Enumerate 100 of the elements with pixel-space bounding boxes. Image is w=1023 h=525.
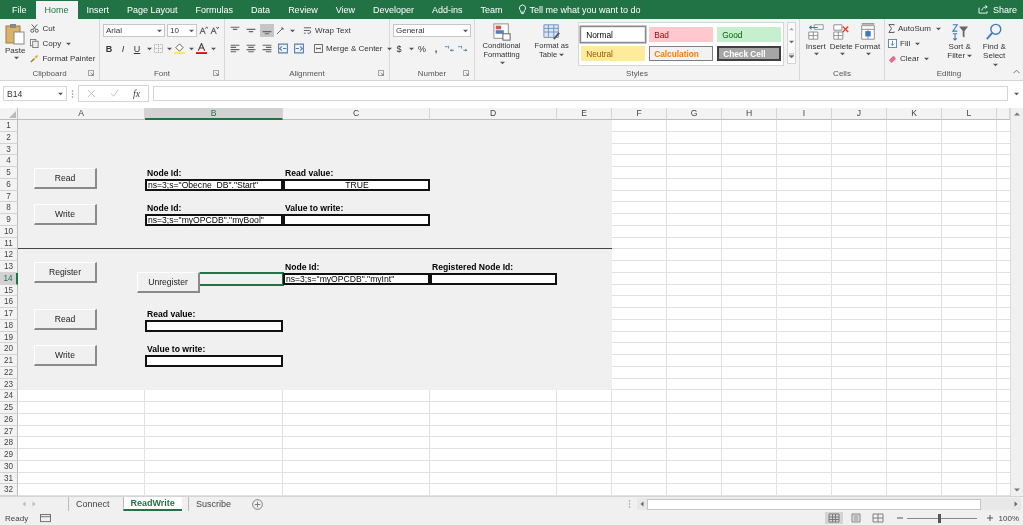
row-header[interactable]: 28 bbox=[0, 437, 18, 449]
vertical-align-icon[interactable] bbox=[260, 24, 274, 37]
tell-me-search[interactable]: Tell me what you want to do bbox=[529, 4, 641, 15]
sort-filter-button[interactable]: Sort & Filter bbox=[943, 22, 976, 65]
read-button[interactable]: Read bbox=[34, 309, 97, 331]
write-button[interactable]: Write bbox=[34, 344, 97, 366]
ribbon-tab[interactable]: Formulas bbox=[186, 0, 243, 19]
scroll-left-icon[interactable] bbox=[640, 501, 644, 507]
select-all-button[interactable] bbox=[0, 108, 18, 120]
align-right-icon[interactable] bbox=[260, 42, 274, 55]
cells-button[interactable]: Insert bbox=[803, 22, 829, 65]
underline-button[interactable]: U bbox=[131, 42, 143, 55]
ribbon-tab[interactable]: View bbox=[326, 0, 364, 19]
row-header[interactable]: 32 bbox=[0, 484, 18, 496]
font-color-icon[interactable] bbox=[196, 43, 207, 54]
row-header[interactable]: 4 bbox=[0, 155, 18, 167]
decrease-font-size-icon[interactable] bbox=[210, 26, 219, 35]
dialog-launcher-icon[interactable] bbox=[463, 70, 469, 76]
name-box[interactable]: B14 bbox=[3, 86, 67, 101]
column-header[interactable]: D bbox=[430, 108, 557, 120]
row-header[interactable]: 29 bbox=[0, 449, 18, 461]
column-header[interactable]: A bbox=[18, 108, 145, 120]
column-header[interactable]: K bbox=[887, 108, 942, 120]
row-header[interactable]: 1 bbox=[0, 120, 18, 132]
row-header[interactable]: 17 bbox=[0, 308, 18, 320]
italic-button[interactable]: I bbox=[117, 42, 129, 55]
formula-input[interactable] bbox=[153, 86, 1008, 101]
ribbon-tab[interactable]: File bbox=[3, 0, 36, 19]
cell-style-option[interactable]: Neutral bbox=[581, 46, 646, 61]
zoom-in-icon[interactable] bbox=[986, 515, 993, 521]
clear-button[interactable]: Clear bbox=[888, 52, 941, 65]
add-sheet-icon[interactable] bbox=[251, 498, 263, 510]
share-button[interactable]: Share bbox=[988, 0, 1023, 19]
scroll-down-icon[interactable] bbox=[789, 40, 795, 44]
horizontal-scrollbar[interactable] bbox=[637, 498, 1021, 510]
column-header[interactable]: H bbox=[722, 108, 777, 120]
scroll-up-icon[interactable] bbox=[1014, 112, 1020, 116]
macro-recording-icon[interactable] bbox=[40, 513, 52, 523]
ribbon-tab[interactable]: Add-ins bbox=[423, 0, 472, 19]
zoom-level[interactable]: 100% bbox=[998, 513, 1019, 523]
row-header[interactable]: 25 bbox=[0, 402, 18, 414]
decrease-decimal-icon[interactable] bbox=[457, 44, 468, 53]
column-header[interactable]: L bbox=[942, 108, 997, 120]
font-name-dropdown[interactable]: Arial bbox=[103, 24, 165, 37]
cancel-icon[interactable] bbox=[87, 89, 96, 98]
collapse-ribbon-icon[interactable] bbox=[1013, 69, 1020, 74]
text-orientation-icon[interactable] bbox=[276, 25, 286, 36]
register-button[interactable]: Register bbox=[34, 262, 97, 284]
number-format-dropdown[interactable]: General bbox=[393, 24, 471, 37]
scroll-right-icon[interactable] bbox=[1014, 501, 1018, 507]
percent-style-button[interactable]: % bbox=[416, 42, 428, 55]
scroll-down-icon[interactable] bbox=[1014, 488, 1020, 492]
column-header[interactable]: I bbox=[777, 108, 832, 120]
ribbon-tab[interactable]: Insert bbox=[77, 0, 119, 19]
borders-icon[interactable] bbox=[154, 44, 163, 53]
zoom-slider-thumb[interactable] bbox=[937, 513, 941, 523]
more-styles-icon[interactable] bbox=[789, 52, 795, 59]
align-center-icon[interactable] bbox=[244, 42, 258, 55]
sheet-tab[interactable]: Suscribe bbox=[187, 496, 238, 511]
row-header[interactable]: 12 bbox=[0, 249, 18, 261]
write-button[interactable]: Write bbox=[34, 203, 97, 225]
fill-color-icon[interactable] bbox=[174, 43, 185, 54]
increase-font-size-icon[interactable] bbox=[199, 26, 208, 35]
decrease-indent-icon[interactable] bbox=[276, 42, 290, 55]
dialog-launcher-icon[interactable] bbox=[378, 70, 384, 76]
insert-function-button[interactable]: fx bbox=[133, 88, 141, 99]
column-header[interactable]: C bbox=[283, 108, 430, 120]
scroll-up-icon[interactable] bbox=[789, 27, 795, 32]
cell-style-option[interactable]: Normal bbox=[581, 27, 646, 42]
bold-button[interactable]: B bbox=[103, 42, 115, 55]
row-header[interactable]: 21 bbox=[0, 355, 18, 367]
autosum-button[interactable]: AutoSum bbox=[888, 22, 941, 35]
unregister-button[interactable]: Unregister bbox=[137, 271, 200, 293]
ribbon-tab[interactable]: Review bbox=[279, 0, 327, 19]
cell-style-option[interactable]: Bad bbox=[649, 27, 714, 42]
zoom-out-icon[interactable] bbox=[896, 515, 903, 521]
row-header[interactable]: 8 bbox=[0, 202, 18, 214]
ribbon-tab[interactable]: Home bbox=[35, 1, 78, 19]
vertical-scrollbar[interactable] bbox=[1010, 108, 1023, 496]
find-select-button[interactable]: Find & Select bbox=[978, 22, 1010, 65]
increase-indent-icon[interactable] bbox=[292, 42, 306, 55]
paste-button[interactable]: Paste bbox=[3, 22, 28, 65]
read-button[interactable]: Read bbox=[34, 168, 97, 190]
format-painter-button[interactable]: Format Painter bbox=[30, 52, 96, 65]
row-header[interactable]: 13 bbox=[0, 261, 18, 273]
sheet-tab[interactable]: Connect bbox=[68, 496, 117, 511]
cells-button[interactable]: Format bbox=[854, 22, 881, 65]
align-left-icon[interactable] bbox=[228, 42, 242, 55]
sheet-tab[interactable]: ReadWrite bbox=[122, 496, 182, 511]
ribbon-tab[interactable]: Page Layout bbox=[118, 0, 187, 19]
ribbon-tab[interactable]: Data bbox=[242, 0, 280, 19]
column-header[interactable]: E bbox=[557, 108, 612, 120]
column-header[interactable]: G bbox=[667, 108, 722, 120]
merge-center-button[interactable]: Merge & Center bbox=[314, 42, 393, 55]
comma-style-button[interactable]: , bbox=[430, 42, 442, 55]
row-header[interactable]: 24 bbox=[0, 390, 18, 402]
column-header[interactable]: J bbox=[832, 108, 887, 120]
row-header[interactable]: 16 bbox=[0, 296, 18, 308]
row-header[interactable]: 9 bbox=[0, 214, 18, 226]
ribbon-tab[interactable]: Developer bbox=[364, 0, 424, 19]
